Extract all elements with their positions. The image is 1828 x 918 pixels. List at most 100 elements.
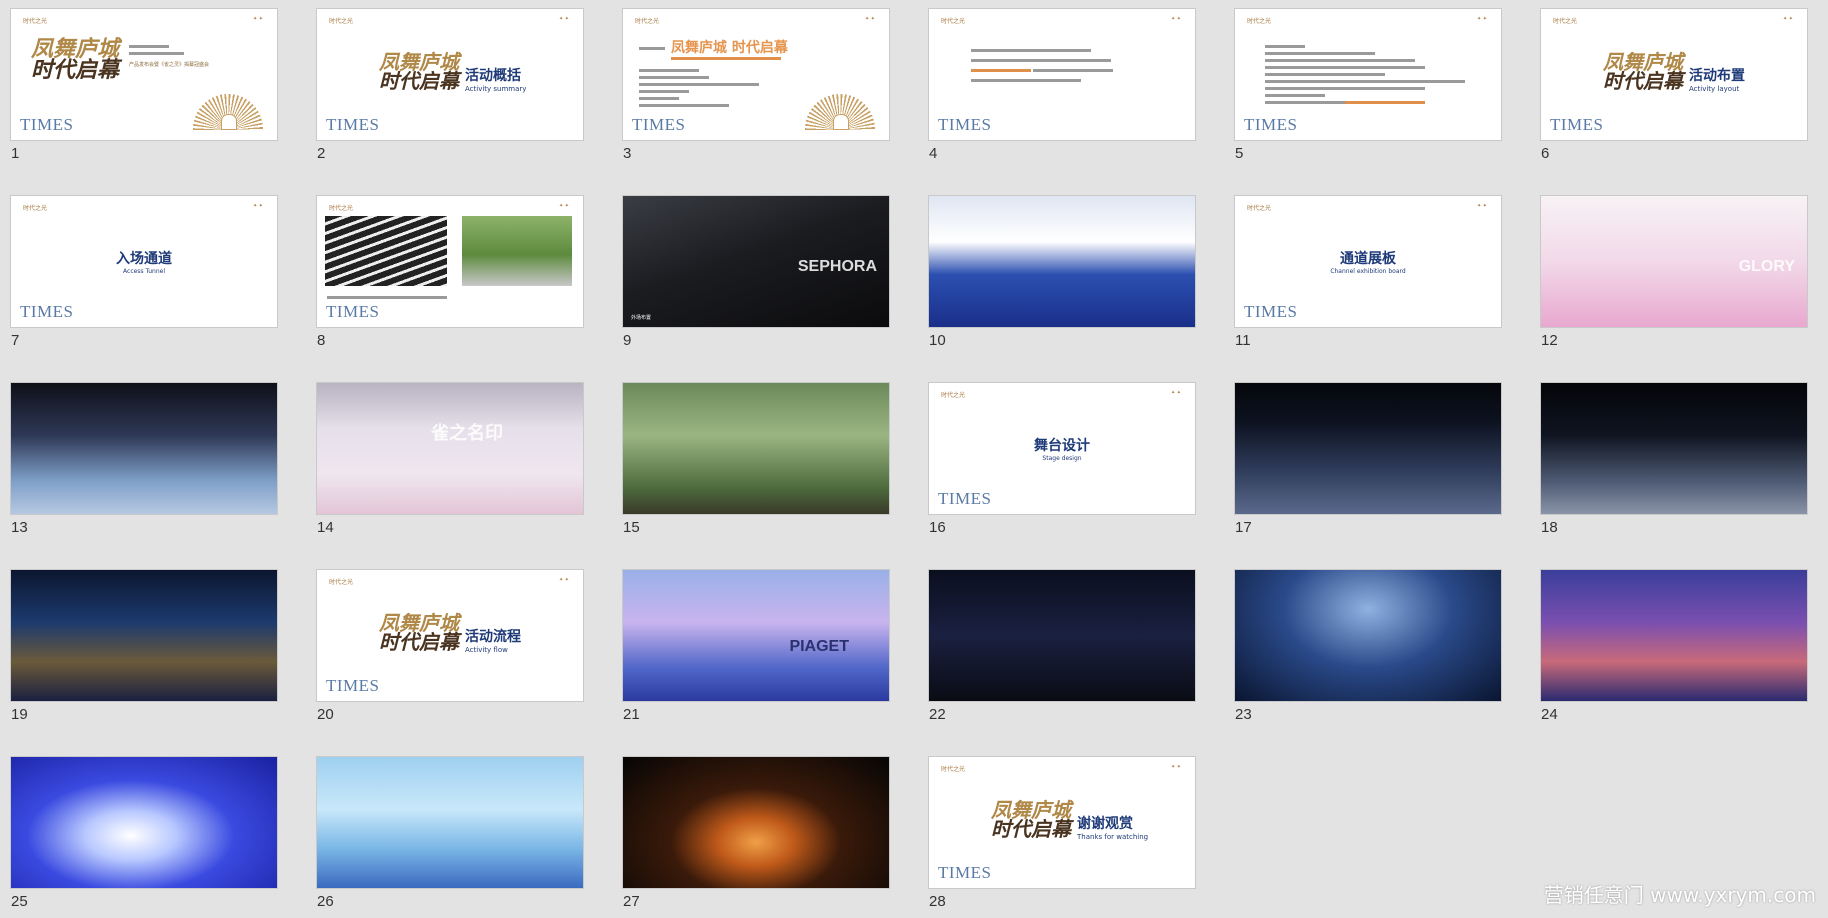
times-wordmark: TIMES [326,115,380,134]
text-line [639,47,665,50]
slide-number: 16 [929,519,946,536]
slide-thumbnail[interactable]: PIAGET [622,569,890,702]
slide-thumbnail[interactable] [622,382,890,515]
times-wordmark: TIMES [938,863,992,882]
section-title: 通道展板 [1340,251,1396,267]
slide-number: 18 [1541,519,1558,536]
section-title: 入场通道 [116,251,172,267]
text-line [1265,45,1305,48]
brand-mark: 时代之光 [1553,18,1578,25]
slide-number: 17 [1235,519,1252,536]
slide-number: 12 [1541,332,1558,349]
slide-thumbnail[interactable] [928,195,1196,328]
slide-thumbnail[interactable]: SEPHORA 外场布置 [622,195,890,328]
slide-thumbnail[interactable]: 雀之名印 [316,382,584,515]
slide-thumbnail-slot: 时代之光 ✦ ✦ 凤舞庐城 时代启幕 活动布置 Activity layout TIMES 6 [1540,8,1812,168]
photo-signage: PIAGET [789,638,849,655]
slide-number: 25 [11,893,28,910]
section-subtitle: Channel exhibition board [1330,268,1406,275]
slide-thumbnail-slot: SEPHORA 外场布置 9 [622,195,894,355]
slide-thumbnail[interactable] [1234,569,1502,702]
logo-line-2: 时代启幕 [1603,69,1683,93]
slide-thumbnail[interactable]: 时代之光 ✦ ✦ 舞台设计 Stage design TIMES [928,382,1196,515]
slide-thumbnail-slot: 时代之光 ✦ ✦ 通道展板 Channel exhibition board TIMES… [1234,195,1506,355]
photo-signage: 雀之名印 [431,423,503,443]
slide-number: 19 [11,706,28,723]
slide-thumbnail[interactable]: 时代之光 ✦ ✦ 凤舞庐城 时代启幕 活动流程 Activity flow TIMES [316,569,584,702]
brand-partner-icon: ✦ ✦ [559,16,569,22]
peacock-fan-icon [193,94,263,130]
slide-thumbnail-slot: 10 [928,195,1200,355]
calligraphy-logo: 凤舞庐城 时代启幕 [31,38,119,81]
slide-thumbnail-slot: 时代之光 ✦ ✦ 入场通道 Access Tunnel TIMES 7 [10,195,282,355]
slide-thumbnail[interactable] [10,569,278,702]
slide-thumbnail[interactable] [928,569,1196,702]
slide-thumbnail[interactable]: 时代之光 ✦ ✦ 凤舞庐城 时代启幕 活动布置 Activity layout TIMES [1540,8,1808,141]
brand-partner-icon: ✦ ✦ [559,577,569,583]
slide-thumbnail[interactable]: 时代之光 ✦ ✦ 凤舞庐城 时代启幕 谢谢观赏 Thanks for watching TI… [928,756,1196,889]
brand-partner-icon: ✦ ✦ [1477,16,1487,22]
brand-mark: 时代之光 [635,18,660,25]
logo-line-2: 时代启幕 [991,817,1071,841]
slide-number: 28 [929,893,946,910]
slide-thumbnail[interactable]: 时代之光 ✦ ✦ 凤舞庐城 时代启幕 活动概括 Activity summary TIMES [316,8,584,141]
slide-thumbnail-slot: 雀之名印 14 [316,382,588,542]
text-line [971,79,1081,82]
slide-number: 6 [1541,145,1550,162]
slide-thumbnail[interactable]: 时代之光 ✦ ✦ 凤舞庐城 时代启幕 TIMES [622,8,890,141]
slide-thumbnail[interactable] [1540,569,1808,702]
section-subtitle: Access Tunnel [123,268,165,275]
brand-mark: 时代之光 [941,392,966,399]
slide-thumbnail-slot: 18 [1540,382,1812,542]
brand-mark: 时代之光 [329,205,354,212]
brand-mark: 时代之光 [1247,205,1272,212]
slide-number: 5 [1235,145,1244,162]
text-line [971,69,1031,72]
brand-partner-icon: ✦ ✦ [1783,16,1793,22]
text-line [1265,73,1385,76]
slide-number: 20 [317,706,334,723]
section-title: 活动布置 [1689,68,1745,84]
venue-photo [325,216,447,286]
slide-thumbnail-slot: 17 [1234,382,1506,542]
slide-number: 7 [11,332,20,349]
slide-thumbnail-slot: 时代之光 ✦ ✦ TIMES 5 [1234,8,1506,168]
slide-number: 27 [623,893,640,910]
slide-number: 4 [929,145,938,162]
slide-thumbnail[interactable]: 时代之光 ✦ ✦ TIMES [928,8,1196,141]
slide-number: 15 [623,519,640,536]
slide-thumbnail[interactable]: GLORY [1540,195,1808,328]
brand-mark: 时代之光 [329,18,354,25]
text-line [639,90,689,93]
brand-mark: 时代之光 [23,18,48,25]
slide-thumbnail[interactable] [1540,382,1808,515]
slide-number: 23 [1235,706,1252,723]
brand-partner-icon: ✦ ✦ [253,16,263,22]
slide-thumbnail[interactable]: 时代之光 ✦ ✦ 入场通道 Access Tunnel TIMES [10,195,278,328]
photo-signage: SEPHORA [797,258,877,275]
text-line [1033,69,1113,72]
section-subtitle: Activity flow [465,646,508,654]
slide-thumbnail[interactable] [622,756,890,889]
slide-thumbnail[interactable] [10,756,278,889]
photo-caption: 外场布置 [631,315,652,321]
overview-title: 凤舞庐城 时代启幕 [671,40,788,56]
slide-thumbnail[interactable] [316,756,584,889]
slide-thumbnail[interactable]: 时代之光 ✦ ✦ TIMES [1234,8,1502,141]
slide-thumbnail-slot: 时代之光 ✦ ✦ 舞台设计 Stage design TIMES 16 [928,382,1200,542]
site-watermark: 营销任意门 www.yxrym.com [1543,883,1816,907]
times-wordmark: TIMES [632,115,686,134]
text-line [971,59,1111,62]
section-title: 活动流程 [465,629,521,645]
slide-thumbnail-slot: 时代之光 ✦ ✦ 凤舞庐城 时代启幕 活动流程 Activity flow TIMES 20 [316,569,588,729]
slide-thumbnail-slot: 19 [10,569,282,729]
brand-partner-icon: ✦ ✦ [1171,390,1181,396]
slide-thumbnail[interactable]: 时代之光 ✦ ✦ 凤舞庐城 时代启幕 产品发布会暨《雀之灵》揭幕冠盛会 TIMES [10,8,278,141]
slide-number: 1 [11,145,20,162]
slide-thumbnail[interactable] [10,382,278,515]
slide-thumbnail-slot: 时代之光 ✦ ✦ 凤舞庐城 时代启幕 活动概括 Activity summary TIMES… [316,8,588,168]
slide-thumbnail[interactable]: 时代之光 ✦ ✦ 通道展板 Channel exhibition board TIMES [1234,195,1502,328]
slide-thumbnail[interactable]: 时代之光 ✦ ✦ TIMES [316,195,584,328]
slide-thumbnail[interactable] [1234,382,1502,515]
slide-thumbnail-slot: 13 [10,382,282,542]
